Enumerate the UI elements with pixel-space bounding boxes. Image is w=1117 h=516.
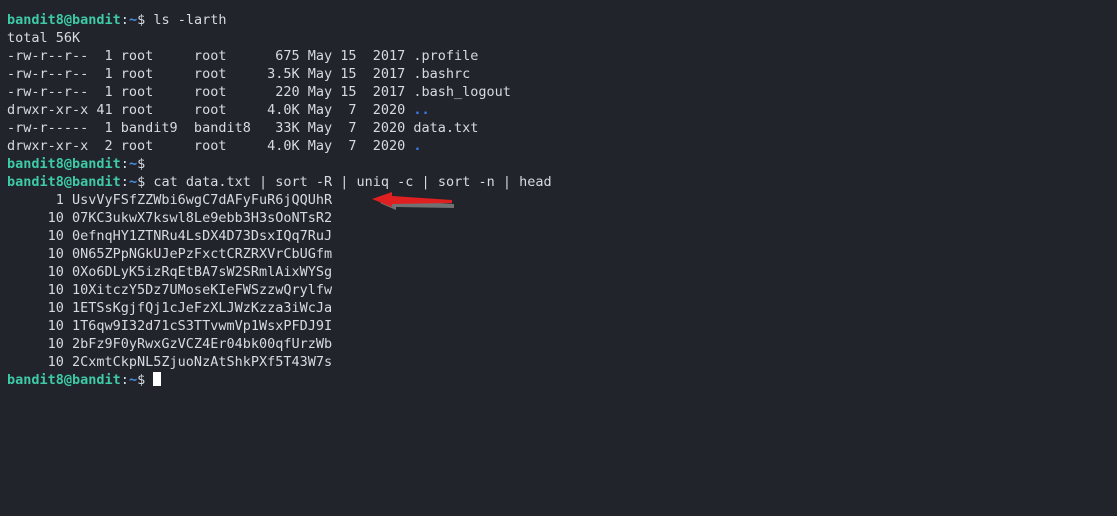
file-listing-row: drwxr-xr-x 41 root root 4.0K May 7 2020 … <box>7 101 1117 119</box>
directory-name: . <box>413 138 422 154</box>
prompt-dollar: $ <box>137 12 154 28</box>
terminal-output-line: 10 1ETSsKgjfQj1cJeFzXLJWzKzza3iWcJa <box>7 299 1117 317</box>
terminal-prompt-line: bandit8@bandit:~$ <box>7 371 1117 389</box>
output-text: 10 0N65ZPpNGkUJePzFxctCRZRXVrCbUGfm <box>7 246 333 262</box>
prompt-user-host: bandit8@bandit <box>7 156 121 172</box>
terminal-output: bandit8@bandit:~$ ls -larth total 56K -rw-… <box>7 11 1117 389</box>
output-text: 10 1T6qw9I32d71cS3TTvwmVp1WsxPFDJ9I <box>7 318 333 334</box>
prompt-dollar: $ <box>137 156 154 172</box>
prompt-dollar: $ <box>137 372 154 388</box>
prompt-path: ~ <box>128 372 138 388</box>
file-listing-row: -rw-r--r-- 1 root root 220 May 15 2017 .… <box>7 83 1117 101</box>
terminal-prompt-line: bandit8@bandit:~$ cat data.txt | sort -R… <box>7 173 1117 191</box>
file-name: data.txt <box>413 120 479 136</box>
prompt-user-host: bandit8@bandit <box>7 174 121 190</box>
prompt-path: ~ <box>128 156 138 172</box>
prompt-user-host: bandit8@bandit <box>7 12 121 28</box>
output-text: total 56K <box>7 30 81 46</box>
prompt-colon: : <box>120 372 129 388</box>
file-name: .bashrc <box>413 66 471 82</box>
terminal-output-line: 10 1T6qw9I32d71cS3TTvwmVp1WsxPFDJ9I <box>7 317 1117 335</box>
file-metadata: drwxr-xr-x 41 root root 4.0K May 7 2020 <box>7 102 414 118</box>
terminal-output-line: total 56K <box>7 29 1117 47</box>
terminal-window[interactable]: bandit8@bandit:~$ ls -larth total 56K -rw-… <box>0 0 1117 516</box>
file-metadata: drwxr-xr-x 2 root root 4.0K May 7 2020 <box>7 138 414 154</box>
terminal-command: cat data.txt | sort -R | uniq -c | sort … <box>153 174 552 190</box>
file-listing-row: -rw-r--r-- 1 root root 3.5K May 15 2017 … <box>7 65 1117 83</box>
output-text: 10 0Xo6DLyK5izRqEtBA7sW2SRmlAixWYSg <box>7 264 333 280</box>
terminal-command: ls -larth <box>153 12 227 28</box>
directory-name: .. <box>413 102 430 118</box>
output-text: 10 2CxmtCkpNL5ZjuoNzAtShkPXf5T43W7s <box>7 354 333 370</box>
terminal-output-line: 10 2bFz9F0yRwxGzVCZ4Er04bk00qfUrzWb <box>7 335 1117 353</box>
output-text: 10 1ETSsKgjfQj1cJeFzXLJWzKzza3iWcJa <box>7 300 333 316</box>
output-text: 10 07KC3ukwX7kswl8Le9ebb3H3sOoNTsR2 <box>7 210 333 226</box>
file-metadata: -rw-r--r-- 1 root root 3.5K May 15 2017 <box>7 66 414 82</box>
file-listing-row: drwxr-xr-x 2 root root 4.0K May 7 2020 . <box>7 137 1117 155</box>
file-listing-row: -rw-r--r-- 1 root root 675 May 15 2017 .… <box>7 47 1117 65</box>
file-metadata: -rw-r----- 1 bandit9 bandit8 33K May 7 2… <box>7 120 414 136</box>
output-text: 10 2bFz9F0yRwxGzVCZ4Er04bk00qfUrzWb <box>7 336 333 352</box>
file-name: .profile <box>413 48 479 64</box>
file-listing-row: -rw-r----- 1 bandit9 bandit8 33K May 7 2… <box>7 119 1117 137</box>
terminal-prompt-line: bandit8@bandit:~$ ls -larth <box>7 11 1117 29</box>
file-name: .bash_logout <box>413 84 511 100</box>
terminal-output-line: 10 2CxmtCkpNL5ZjuoNzAtShkPXf5T43W7s <box>7 353 1117 371</box>
prompt-path: ~ <box>128 12 138 28</box>
terminal-output-line: 10 0efnqHY1ZTNRu4LsDX4D73DsxIQq7RuJ <box>7 227 1117 245</box>
prompt-path: ~ <box>128 174 138 190</box>
prompt-colon: : <box>120 12 129 28</box>
output-text: 1 UsvVyFSfZZWbi6wgC7dAFyFuR6jQQUhR <box>7 192 333 208</box>
prompt-colon: : <box>120 174 129 190</box>
prompt-user-host: bandit8@bandit <box>7 372 121 388</box>
text-cursor[interactable] <box>153 372 162 386</box>
terminal-output-line: 1 UsvVyFSfZZWbi6wgC7dAFyFuR6jQQUhR <box>7 191 1117 209</box>
prompt-dollar: $ <box>137 174 154 190</box>
output-text: 10 10XitczY5Dz7UMoseKIeFWSzzwQrylfw <box>7 282 333 298</box>
terminal-output-line: 10 0Xo6DLyK5izRqEtBA7sW2SRmlAixWYSg <box>7 263 1117 281</box>
output-text: 10 0efnqHY1ZTNRu4LsDX4D73DsxIQq7RuJ <box>7 228 333 244</box>
terminal-output-line: 10 07KC3ukwX7kswl8Le9ebb3H3sOoNTsR2 <box>7 209 1117 227</box>
terminal-output-line: 10 0N65ZPpNGkUJePzFxctCRZRXVrCbUGfm <box>7 245 1117 263</box>
file-metadata: -rw-r--r-- 1 root root 675 May 15 2017 <box>7 48 414 64</box>
file-metadata: -rw-r--r-- 1 root root 220 May 15 2017 <box>7 84 414 100</box>
prompt-colon: : <box>120 156 129 172</box>
terminal-output-line: 10 10XitczY5Dz7UMoseKIeFWSzzwQrylfw <box>7 281 1117 299</box>
terminal-prompt-line: bandit8@bandit:~$ <box>7 155 1117 173</box>
